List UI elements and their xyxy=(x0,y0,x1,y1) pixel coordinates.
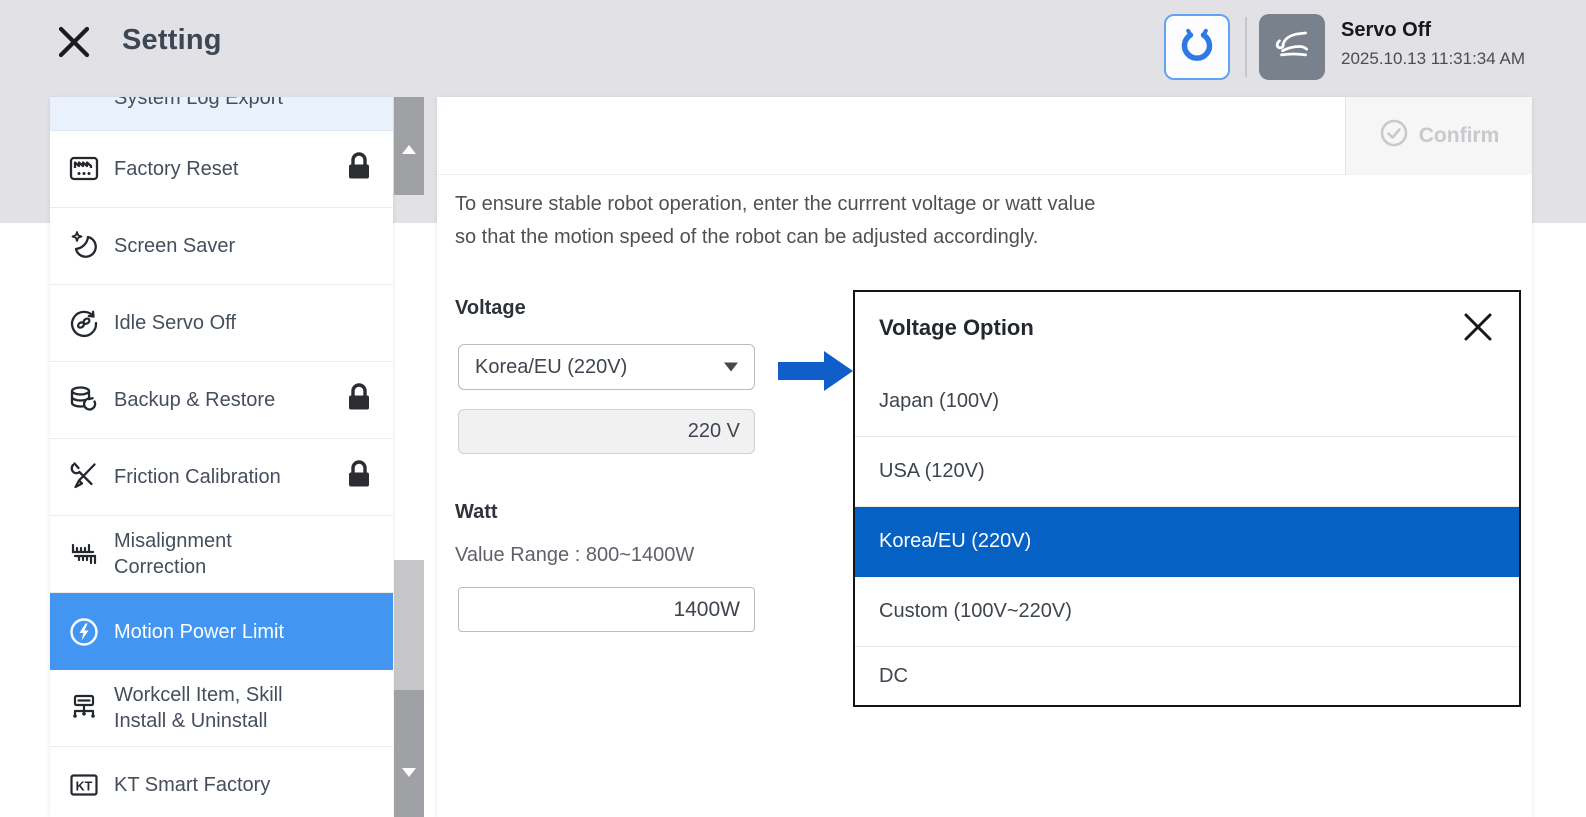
scroll-down-button[interactable] xyxy=(394,690,424,817)
page-title: Setting xyxy=(122,24,222,57)
sidebar-item-motion-power-limit[interactable]: Motion Power Limit xyxy=(50,593,393,670)
description-line-1: To ensure stable robot operation, enter … xyxy=(455,193,1095,216)
voltage-option-popup: Voltage Option Japan (100V) USA (120V) K… xyxy=(853,290,1521,707)
sidebar-item-label: KT Smart Factory xyxy=(114,772,319,798)
close-setting-button[interactable] xyxy=(52,21,96,65)
lock-icon xyxy=(346,383,372,418)
sidebar-item-backup-restore[interactable]: Backup & Restore xyxy=(50,362,393,439)
ruler-align-icon xyxy=(65,535,103,573)
sidebar-item-label: Motion Power Limit xyxy=(114,619,319,645)
sidebar-item-misalignment-correction[interactable]: Misalignment Correction xyxy=(50,516,393,593)
watt-section-label: Watt xyxy=(455,501,498,524)
robot-status: Servo Off 2025.10.13 11:31:34 AM xyxy=(1341,19,1525,69)
scroll-down-icon xyxy=(402,768,416,777)
sidebar-item-system-log-export[interactable]: System Log Export xyxy=(50,97,393,131)
sidebar-item-factory-reset[interactable]: Factory Reset xyxy=(50,131,393,208)
svg-text:KT: KT xyxy=(76,780,93,794)
workcell-tree-icon xyxy=(65,689,103,727)
sidebar-item-friction-calibration[interactable]: Friction Calibration xyxy=(50,439,393,516)
callout-arrow-icon xyxy=(778,349,854,398)
voltage-value-field xyxy=(458,409,755,454)
sidebar-scrollbar xyxy=(394,97,424,817)
sidebar-item-idle-servo-off[interactable]: Idle Servo Off xyxy=(50,285,393,362)
robot-status-button[interactable] xyxy=(1164,14,1230,80)
servo-link-icon xyxy=(65,304,103,342)
sidebar-item-label: Misalignment Correction xyxy=(114,528,319,580)
voltage-option-dc[interactable]: DC xyxy=(855,647,1519,705)
hand-touch-icon xyxy=(1269,23,1315,72)
status-timestamp: 2025.10.13 11:31:34 AM xyxy=(1341,49,1525,69)
scroll-up-icon xyxy=(402,145,416,154)
sidebar-item-kt-smart-factory[interactable]: KT KT Smart Factory xyxy=(50,747,393,817)
watt-input[interactable] xyxy=(458,587,755,632)
voltage-option-korea-eu[interactable]: Korea/EU (220V) xyxy=(855,507,1519,577)
kt-box-icon: KT xyxy=(65,766,103,804)
voltage-option-list: Japan (100V) USA (120V) Korea/EU (220V) … xyxy=(855,367,1519,705)
panel-toolbar: Confirm xyxy=(437,97,1532,175)
hand-guide-button[interactable] xyxy=(1259,14,1325,80)
voltage-option-custom[interactable]: Custom (100V~220V) xyxy=(855,577,1519,647)
sidebar-item-label: Idle Servo Off xyxy=(114,310,319,336)
popup-title: Voltage Option xyxy=(879,315,1034,341)
robot-gripper-icon xyxy=(1177,26,1217,69)
voltage-section-label: Voltage xyxy=(455,297,526,320)
confirm-label: Confirm xyxy=(1419,124,1500,148)
confirm-check-icon xyxy=(1379,118,1409,154)
moon-star-icon xyxy=(65,227,103,265)
confirm-button[interactable]: Confirm xyxy=(1345,97,1532,175)
lock-icon xyxy=(346,460,372,495)
lock-icon xyxy=(346,152,372,187)
chevron-down-icon xyxy=(724,363,738,372)
power-bolt-icon xyxy=(65,613,103,651)
popup-close-button[interactable] xyxy=(1457,307,1499,349)
database-restore-icon xyxy=(65,381,103,419)
voltage-dropdown[interactable]: Korea/EU (220V) xyxy=(458,344,755,390)
voltage-option-japan[interactable]: Japan (100V) xyxy=(855,367,1519,437)
sidebar-item-workcell-skill[interactable]: Workcell Item, Skill Install & Uninstall xyxy=(50,670,393,747)
sidebar-item-screen-saver[interactable]: Screen Saver xyxy=(50,208,393,285)
settings-sidebar: System Log Export Factory Reset xyxy=(50,97,393,817)
factory-icon xyxy=(65,150,103,188)
setting-screen: Setting Servo Off 2025.10.13 11:31:34 AM… xyxy=(0,0,1586,817)
description-line-2: so that the motion speed of the robot ca… xyxy=(455,226,1038,249)
sidebar-item-label: Backup & Restore xyxy=(114,387,319,413)
scrollbar-thumb[interactable] xyxy=(394,560,424,690)
close-icon xyxy=(54,50,94,65)
voltage-dropdown-value: Korea/EU (220V) xyxy=(475,356,627,379)
sidebar-item-label: Workcell Item, Skill Install & Uninstall xyxy=(114,682,319,734)
servo-status-label: Servo Off xyxy=(1341,19,1525,42)
voltage-option-usa[interactable]: USA (120V) xyxy=(855,437,1519,507)
sidebar-item-label: Factory Reset xyxy=(114,156,319,182)
watt-range-hint: Value Range : 800~1400W xyxy=(455,544,694,567)
close-icon xyxy=(1461,332,1495,347)
header-divider xyxy=(1245,17,1247,77)
sidebar-item-label: Screen Saver xyxy=(114,233,319,259)
scroll-up-button[interactable] xyxy=(394,97,424,195)
motion-power-limit-panel: Confirm To ensure stable robot operation… xyxy=(437,97,1532,817)
sidebar-item-label: System Log Export xyxy=(114,97,374,111)
tools-icon xyxy=(65,458,103,496)
sidebar-item-label: Friction Calibration xyxy=(114,464,319,490)
